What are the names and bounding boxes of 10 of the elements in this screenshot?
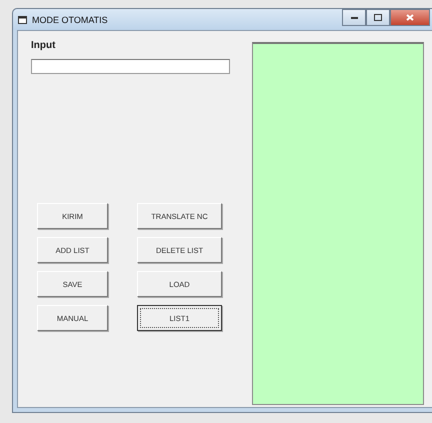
input-label: Input xyxy=(31,40,56,51)
close-button[interactable] xyxy=(390,9,430,26)
app-icon xyxy=(18,16,27,24)
window-title: MODE OTOMATIS xyxy=(32,14,108,24)
minimize-icon xyxy=(350,16,358,18)
close-icon xyxy=(406,14,414,21)
maximize-icon xyxy=(374,14,382,21)
maximize-button[interactable] xyxy=(366,9,390,26)
minimize-button[interactable] xyxy=(342,9,366,26)
input-field[interactable] xyxy=(31,59,230,74)
